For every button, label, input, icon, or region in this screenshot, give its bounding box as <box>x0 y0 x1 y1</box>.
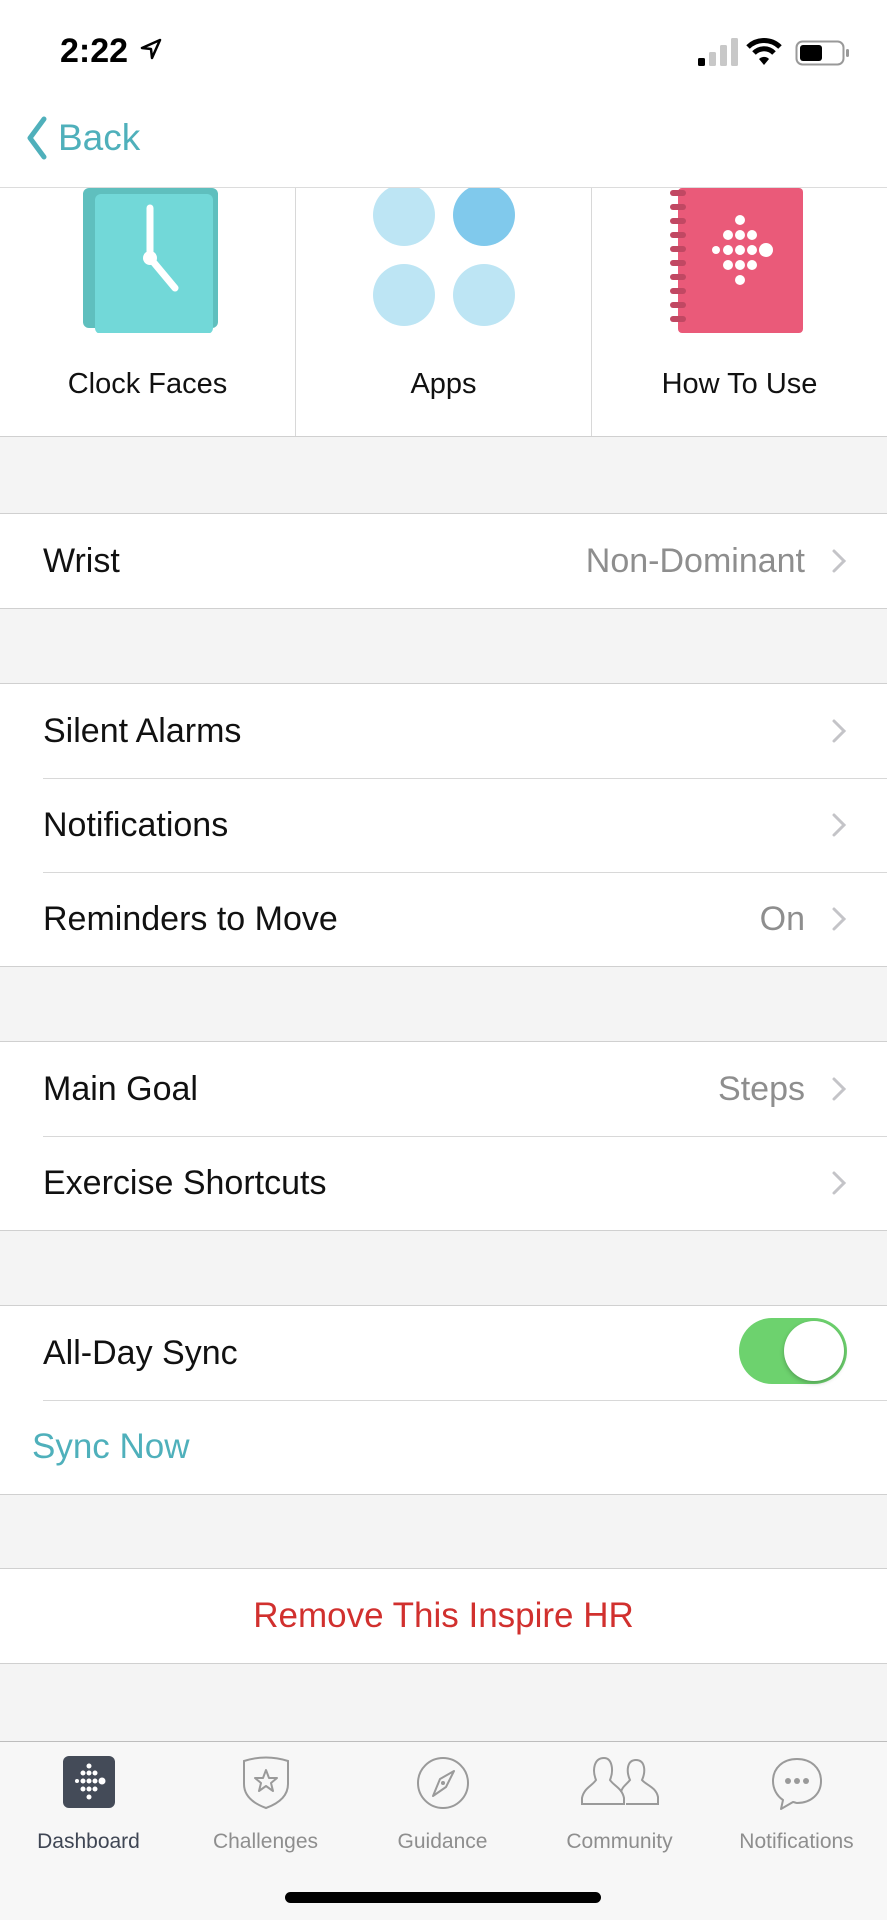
tab-challenges[interactable]: Challenges <box>177 1742 354 1862</box>
chevron-right-icon <box>832 549 847 573</box>
tab-community[interactable]: Community <box>531 1742 708 1862</box>
goals-section: Main Goal Steps Exercise Shortcuts <box>0 1041 887 1231</box>
tile-apps[interactable]: Apps <box>296 188 592 436</box>
wifi-icon <box>746 38 782 65</box>
all-day-sync-toggle[interactable] <box>739 1318 847 1384</box>
battery-icon <box>795 40 849 66</box>
notifications-label: Notifications <box>43 805 229 844</box>
chevron-right-icon <box>832 1077 847 1101</box>
notifications-row[interactable]: Notifications <box>0 778 887 872</box>
chevron-right-icon <box>832 719 847 743</box>
remove-device-row[interactable]: Remove This Inspire HR <box>0 1569 887 1663</box>
main-goal-value: Steps <box>718 1069 805 1108</box>
community-people-icon <box>580 1756 659 1805</box>
tile-label: Apps <box>410 368 477 400</box>
status-bar: 2:22 <box>0 0 887 90</box>
wrist-section: Wrist Non-Dominant <box>0 513 887 609</box>
navigation-bar: Back <box>0 90 887 188</box>
remove-device-button[interactable]: Remove This Inspire HR <box>0 1596 887 1636</box>
sync-now-link[interactable]: Sync Now <box>32 1427 190 1467</box>
silent-alarms-row[interactable]: Silent Alarms <box>0 684 887 778</box>
tile-label: How To Use <box>661 368 818 400</box>
manual-book-icon <box>669 188 803 333</box>
all-day-sync-row: All-Day Sync <box>0 1306 887 1400</box>
back-label: Back <box>58 117 141 158</box>
silent-alarms-label: Silent Alarms <box>43 711 242 750</box>
tile-how-to-use[interactable]: How To Use <box>592 188 887 436</box>
exercise-shortcuts-label: Exercise Shortcuts <box>43 1163 327 1202</box>
tab-label: Community <box>566 1830 673 1853</box>
reminders-to-move-value: On <box>759 899 805 938</box>
cellular-signal-icon <box>698 38 738 66</box>
tile-label: Clock Faces <box>67 368 228 400</box>
wrist-label: Wrist <box>43 541 120 580</box>
chevron-left-icon <box>27 116 47 160</box>
device-feature-tiles: Clock Faces Apps How To Use <box>0 188 887 437</box>
all-day-sync-label: All-Day Sync <box>43 1333 238 1372</box>
compass-icon <box>416 1757 469 1809</box>
reminders-to-move-label: Reminders to Move <box>43 899 338 938</box>
back-button[interactable]: Back <box>26 116 140 160</box>
location-arrow-icon <box>140 38 162 60</box>
status-time: 2:22 <box>60 32 129 70</box>
clock-faces-icon <box>82 188 218 333</box>
main-goal-row[interactable]: Main Goal Steps <box>0 1042 887 1136</box>
toggle-knob <box>784 1321 844 1381</box>
sync-now-row[interactable]: Sync Now <box>0 1400 887 1494</box>
home-indicator[interactable] <box>285 1892 601 1903</box>
wrist-row[interactable]: Wrist Non-Dominant <box>0 514 887 608</box>
tile-clock-faces[interactable]: Clock Faces <box>0 188 296 436</box>
exercise-shortcuts-row[interactable]: Exercise Shortcuts <box>0 1136 887 1230</box>
main-goal-label: Main Goal <box>43 1069 198 1108</box>
remove-device-section: Remove This Inspire HR <box>0 1568 887 1664</box>
alerts-section: Silent Alarms Notifications Reminders to… <box>0 683 887 967</box>
sync-section: All-Day Sync Sync Now <box>0 1305 887 1495</box>
apps-icon <box>372 188 515 326</box>
chevron-right-icon <box>832 907 847 931</box>
chat-bubble-icon <box>771 1758 822 1810</box>
tab-label: Challenges <box>212 1830 319 1853</box>
tab-notifications[interactable]: Notifications <box>708 1742 885 1862</box>
tab-guidance[interactable]: Guidance <box>354 1742 531 1862</box>
chevron-right-icon <box>832 813 847 837</box>
tab-label: Notifications <box>739 1830 854 1853</box>
wrist-value: Non-Dominant <box>585 541 805 580</box>
tab-label: Dashboard <box>37 1830 140 1853</box>
dashboard-icon <box>62 1756 115 1808</box>
chevron-right-icon <box>832 1171 847 1195</box>
reminders-to-move-row[interactable]: Reminders to Move On <box>0 872 887 966</box>
tab-dashboard[interactable]: Dashboard <box>0 1742 177 1862</box>
challenges-badge-icon <box>242 1756 289 1810</box>
tab-label: Guidance <box>397 1830 488 1853</box>
